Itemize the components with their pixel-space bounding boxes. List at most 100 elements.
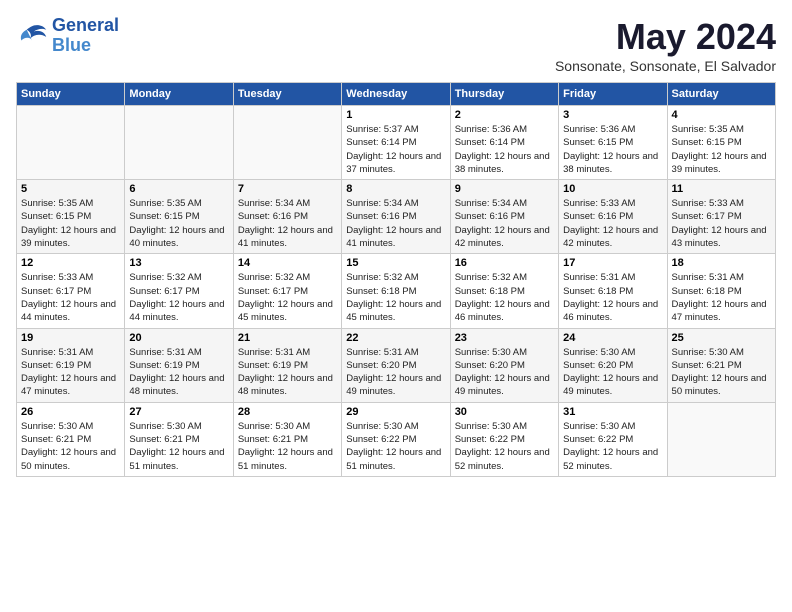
- day-number: 28: [238, 406, 337, 418]
- day-info: Sunrise: 5:36 AMSunset: 6:15 PMDaylight:…: [563, 123, 662, 176]
- day-info: Sunrise: 5:35 AMSunset: 6:15 PMDaylight:…: [129, 197, 228, 250]
- day-info: Sunrise: 5:30 AMSunset: 6:20 PMDaylight:…: [563, 346, 662, 399]
- day-number: 26: [21, 406, 120, 418]
- calendar-week-2: 12Sunrise: 5:33 AMSunset: 6:17 PMDayligh…: [17, 254, 776, 328]
- day-info: Sunrise: 5:34 AMSunset: 6:16 PMDaylight:…: [346, 197, 445, 250]
- calendar-cell: 17 Sunrise: 5:31 AMSunset: 6:18 PMDayligh…: [559, 254, 667, 328]
- calendar-header: SundayMondayTuesdayWednesdayThursdayFrid…: [17, 83, 776, 106]
- day-info: Sunrise: 5:30 AMSunset: 6:22 PMDaylight:…: [346, 420, 445, 473]
- day-number: 21: [238, 332, 337, 344]
- weekday-header-saturday: Saturday: [667, 83, 775, 106]
- day-info: Sunrise: 5:30 AMSunset: 6:22 PMDaylight:…: [563, 420, 662, 473]
- logo: General Blue: [16, 16, 119, 56]
- calendar-cell: 11 Sunrise: 5:33 AMSunset: 6:17 PMDayligh…: [667, 180, 775, 254]
- day-number: 1: [346, 109, 445, 121]
- calendar-week-1: 5 Sunrise: 5:35 AMSunset: 6:15 PMDaylight…: [17, 180, 776, 254]
- day-info: Sunrise: 5:33 AMSunset: 6:16 PMDaylight:…: [563, 197, 662, 250]
- calendar-cell: 29 Sunrise: 5:30 AMSunset: 6:22 PMDayligh…: [342, 402, 450, 476]
- weekday-header-wednesday: Wednesday: [342, 83, 450, 106]
- calendar-week-3: 19Sunrise: 5:31 AMSunset: 6:19 PMDayligh…: [17, 328, 776, 402]
- day-number: 11: [672, 183, 771, 195]
- calendar-cell: 18Sunrise: 5:31 AMSunset: 6:18 PMDayligh…: [667, 254, 775, 328]
- calendar-cell: 3 Sunrise: 5:36 AMSunset: 6:15 PMDaylight…: [559, 106, 667, 180]
- calendar-cell: 25 Sunrise: 5:30 AMSunset: 6:21 PMDayligh…: [667, 328, 775, 402]
- day-number: 4: [672, 109, 771, 121]
- calendar-cell: 27 Sunrise: 5:30 AMSunset: 6:21 PMDayligh…: [125, 402, 233, 476]
- calendar-cell: 10 Sunrise: 5:33 AMSunset: 6:16 PMDayligh…: [559, 180, 667, 254]
- weekday-header-monday: Monday: [125, 83, 233, 106]
- calendar-cell: 31 Sunrise: 5:30 AMSunset: 6:22 PMDayligh…: [559, 402, 667, 476]
- calendar-cell: 20 Sunrise: 5:31 AMSunset: 6:19 PMDayligh…: [125, 328, 233, 402]
- day-number: 15: [346, 257, 445, 269]
- day-number: 3: [563, 109, 662, 121]
- day-info: Sunrise: 5:30 AMSunset: 6:21 PMDaylight:…: [672, 346, 771, 399]
- calendar-cell: 13Sunrise: 5:32 AMSunset: 6:17 PMDayligh…: [125, 254, 233, 328]
- weekday-header-thursday: Thursday: [450, 83, 558, 106]
- calendar-cell: 2Sunrise: 5:36 AMSunset: 6:14 PMDaylight…: [450, 106, 558, 180]
- day-number: 17: [563, 257, 662, 269]
- day-info: Sunrise: 5:35 AMSunset: 6:15 PMDaylight:…: [672, 123, 771, 176]
- day-number: 24: [563, 332, 662, 344]
- day-number: 31: [563, 406, 662, 418]
- day-info: Sunrise: 5:34 AMSunset: 6:16 PMDaylight:…: [238, 197, 337, 250]
- calendar-cell: 14Sunrise: 5:32 AMSunset: 6:17 PMDayligh…: [233, 254, 341, 328]
- calendar-cell: 30Sunrise: 5:30 AMSunset: 6:22 PMDayligh…: [450, 402, 558, 476]
- calendar-body: 1Sunrise: 5:37 AMSunset: 6:14 PMDaylight…: [17, 106, 776, 477]
- day-number: 6: [129, 183, 228, 195]
- calendar-cell: 19Sunrise: 5:31 AMSunset: 6:19 PMDayligh…: [17, 328, 125, 402]
- day-info: Sunrise: 5:30 AMSunset: 6:21 PMDaylight:…: [129, 420, 228, 473]
- logo-icon: [16, 22, 48, 50]
- calendar-cell: [667, 402, 775, 476]
- day-number: 20: [129, 332, 228, 344]
- day-info: Sunrise: 5:32 AMSunset: 6:18 PMDaylight:…: [346, 271, 445, 324]
- day-number: 27: [129, 406, 228, 418]
- day-info: Sunrise: 5:35 AMSunset: 6:15 PMDaylight:…: [21, 197, 120, 250]
- calendar-cell: 16 Sunrise: 5:32 AMSunset: 6:18 PMDayligh…: [450, 254, 558, 328]
- calendar-cell: 7 Sunrise: 5:34 AMSunset: 6:16 PMDaylight…: [233, 180, 341, 254]
- calendar-cell: 4 Sunrise: 5:35 AMSunset: 6:15 PMDaylight…: [667, 106, 775, 180]
- day-number: 22: [346, 332, 445, 344]
- day-info: Sunrise: 5:36 AMSunset: 6:14 PMDaylight:…: [455, 123, 554, 176]
- day-number: 7: [238, 183, 337, 195]
- page-header: General Blue May 2024 Sonsonate, Sonsona…: [16, 16, 776, 74]
- day-info: Sunrise: 5:31 AMSunset: 6:19 PMDaylight:…: [238, 346, 337, 399]
- title-block: May 2024 Sonsonate, Sonsonate, El Salvad…: [555, 16, 776, 74]
- day-number: 16: [455, 257, 554, 269]
- weekday-header-friday: Friday: [559, 83, 667, 106]
- day-info: Sunrise: 5:34 AMSunset: 6:16 PMDaylight:…: [455, 197, 554, 250]
- month-title: May 2024: [555, 16, 776, 58]
- calendar-week-4: 26 Sunrise: 5:30 AMSunset: 6:21 PMDayligh…: [17, 402, 776, 476]
- day-number: 25: [672, 332, 771, 344]
- day-number: 8: [346, 183, 445, 195]
- day-info: Sunrise: 5:31 AMSunset: 6:19 PMDaylight:…: [129, 346, 228, 399]
- day-info: Sunrise: 5:33 AMSunset: 6:17 PMDaylight:…: [672, 197, 771, 250]
- day-number: 30: [455, 406, 554, 418]
- day-info: Sunrise: 5:30 AMSunset: 6:20 PMDaylight:…: [455, 346, 554, 399]
- day-info: Sunrise: 5:31 AMSunset: 6:20 PMDaylight:…: [346, 346, 445, 399]
- day-number: 10: [563, 183, 662, 195]
- day-info: Sunrise: 5:32 AMSunset: 6:17 PMDaylight:…: [238, 271, 337, 324]
- calendar-table: SundayMondayTuesdayWednesdayThursdayFrid…: [16, 82, 776, 477]
- day-info: Sunrise: 5:31 AMSunset: 6:18 PMDaylight:…: [563, 271, 662, 324]
- calendar-cell: 23 Sunrise: 5:30 AMSunset: 6:20 PMDayligh…: [450, 328, 558, 402]
- weekday-header-row: SundayMondayTuesdayWednesdayThursdayFrid…: [17, 83, 776, 106]
- day-info: Sunrise: 5:33 AMSunset: 6:17 PMDaylight:…: [21, 271, 120, 324]
- day-number: 13: [129, 257, 228, 269]
- calendar-week-0: 1Sunrise: 5:37 AMSunset: 6:14 PMDaylight…: [17, 106, 776, 180]
- weekday-header-tuesday: Tuesday: [233, 83, 341, 106]
- calendar-cell: 21 Sunrise: 5:31 AMSunset: 6:19 PMDayligh…: [233, 328, 341, 402]
- day-info: Sunrise: 5:31 AMSunset: 6:19 PMDaylight:…: [21, 346, 120, 399]
- calendar-cell: [233, 106, 341, 180]
- calendar-cell: [17, 106, 125, 180]
- day-number: 29: [346, 406, 445, 418]
- calendar-cell: 15 Sunrise: 5:32 AMSunset: 6:18 PMDayligh…: [342, 254, 450, 328]
- day-number: 5: [21, 183, 120, 195]
- day-info: Sunrise: 5:30 AMSunset: 6:21 PMDaylight:…: [21, 420, 120, 473]
- day-number: 23: [455, 332, 554, 344]
- calendar-cell: 28Sunrise: 5:30 AMSunset: 6:21 PMDayligh…: [233, 402, 341, 476]
- day-number: 9: [455, 183, 554, 195]
- calendar-cell: 9 Sunrise: 5:34 AMSunset: 6:16 PMDaylight…: [450, 180, 558, 254]
- day-info: Sunrise: 5:32 AMSunset: 6:18 PMDaylight:…: [455, 271, 554, 324]
- weekday-header-sunday: Sunday: [17, 83, 125, 106]
- day-number: 18: [672, 257, 771, 269]
